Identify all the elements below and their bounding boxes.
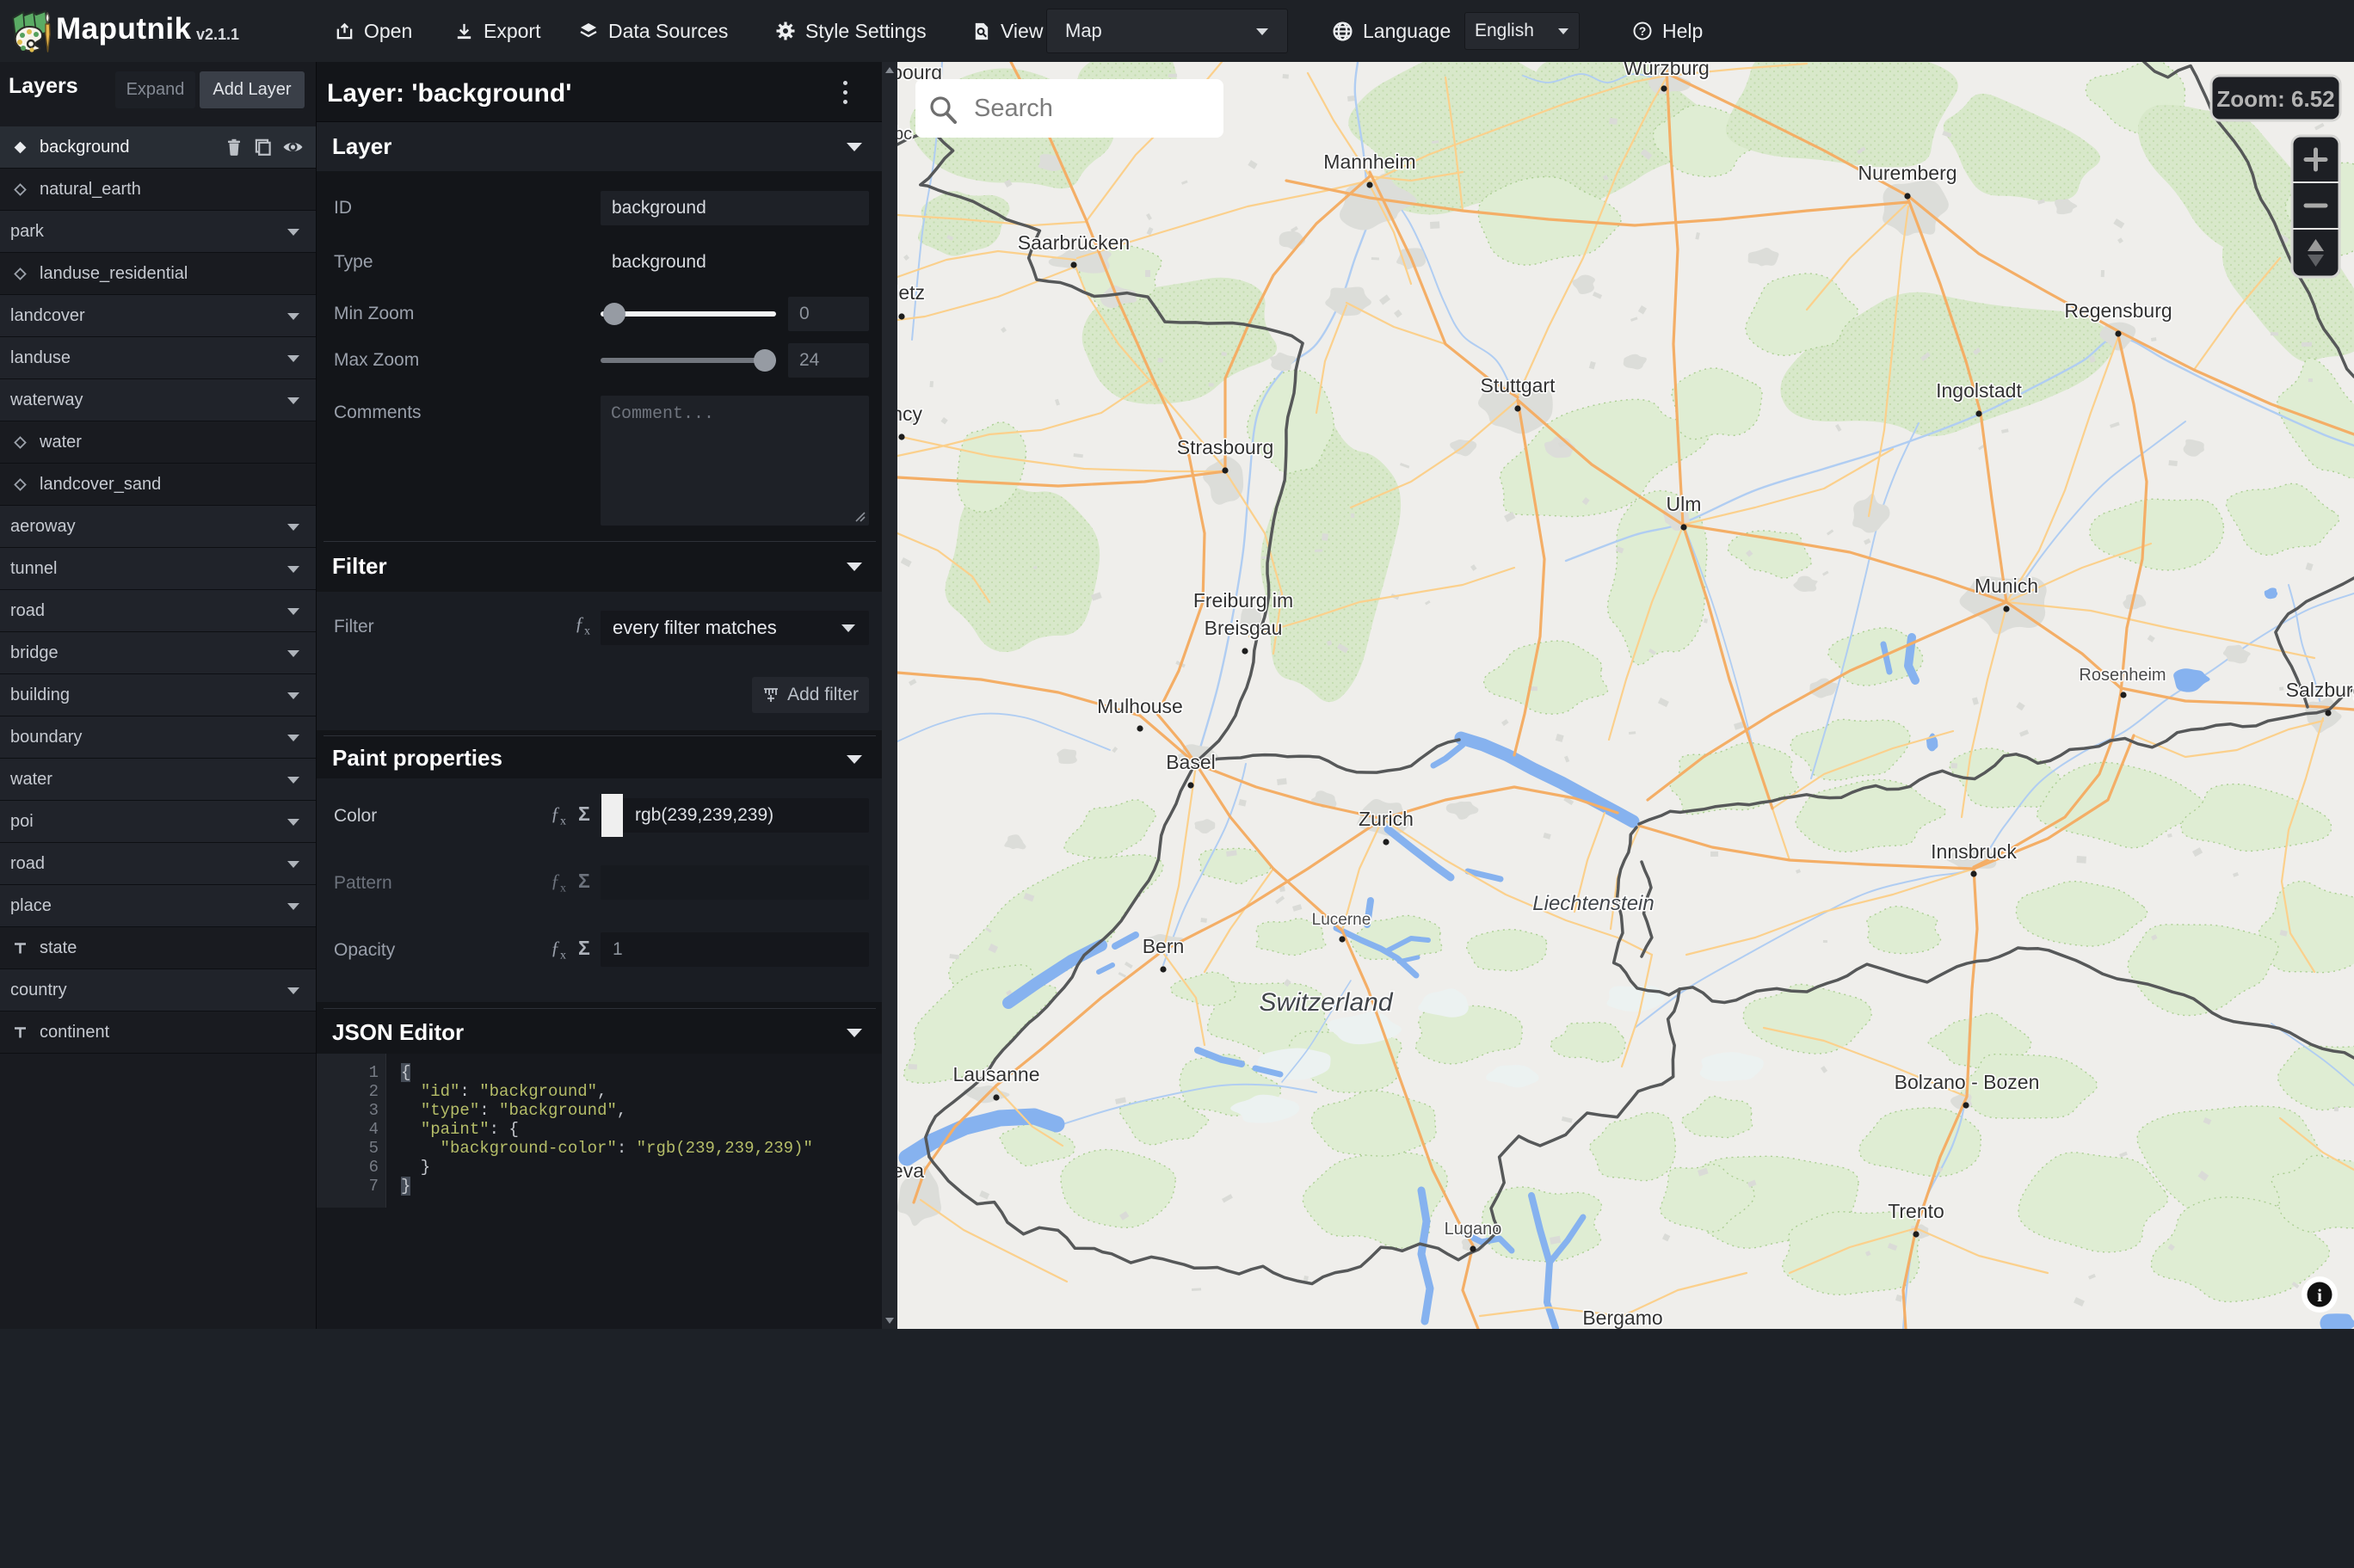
svg-text:Bern: Bern: [1143, 935, 1185, 957]
svg-text:Trento: Trento: [1888, 1200, 1944, 1222]
svg-text:?: ?: [1639, 24, 1647, 38]
svg-text:Nuremberg: Nuremberg: [1858, 162, 1957, 184]
svg-text:Geneva: Geneva: [897, 1159, 924, 1182]
svg-text:Salzburg: Salzburg: [2286, 679, 2354, 701]
svg-text:bc: bc: [897, 125, 912, 144]
svg-text:Strasbourg: Strasbourg: [1177, 436, 1274, 458]
svg-text:Basel: Basel: [1166, 751, 1216, 773]
svg-text:Liechtenstein: Liechtenstein: [1532, 892, 1654, 915]
svg-text:Zoom: 6.52: Zoom: 6.52: [2216, 86, 2334, 112]
svg-text:Switzerland: Switzerland: [1259, 988, 1393, 1017]
svg-text:Mannheim: Mannheim: [1323, 151, 1415, 173]
svg-text:Saarbrücken: Saarbrücken: [1018, 231, 1130, 254]
svg-text:Lucerne: Lucerne: [1312, 911, 1371, 929]
svg-text:Bolzano - Bozen: Bolzano - Bozen: [1895, 1071, 2040, 1093]
svg-text:Breisgau: Breisgau: [1205, 617, 1283, 639]
svg-text:Innsbruck: Innsbruck: [1931, 840, 2017, 863]
svg-text:Ingolstadt: Ingolstadt: [1936, 379, 2022, 402]
svg-text:Bergamo: Bergamo: [1582, 1307, 1662, 1329]
svg-text:Zurich: Zurich: [1359, 808, 1414, 830]
svg-text:Search: Search: [974, 95, 1053, 122]
svg-text:Munich: Munich: [1975, 575, 2038, 597]
svg-text:Mulhouse: Mulhouse: [1097, 695, 1183, 717]
svg-text:Lausanne: Lausanne: [952, 1063, 1039, 1085]
svg-text:Metz: Metz: [897, 281, 925, 304]
svg-text:Rosenheim: Rosenheim: [2079, 666, 2166, 685]
svg-text:Würzburg: Würzburg: [1624, 62, 1710, 79]
svg-text:Stuttgart: Stuttgart: [1481, 374, 1556, 397]
svg-text:Lugano: Lugano: [1445, 1220, 1502, 1239]
svg-text:Freiburg im: Freiburg im: [1193, 589, 1293, 612]
svg-text:i: i: [2317, 1285, 2322, 1306]
svg-text:Regensburg: Regensburg: [2064, 299, 2172, 322]
svg-text:Nancy: Nancy: [897, 403, 922, 425]
svg-text:Ulm: Ulm: [1667, 493, 1702, 515]
